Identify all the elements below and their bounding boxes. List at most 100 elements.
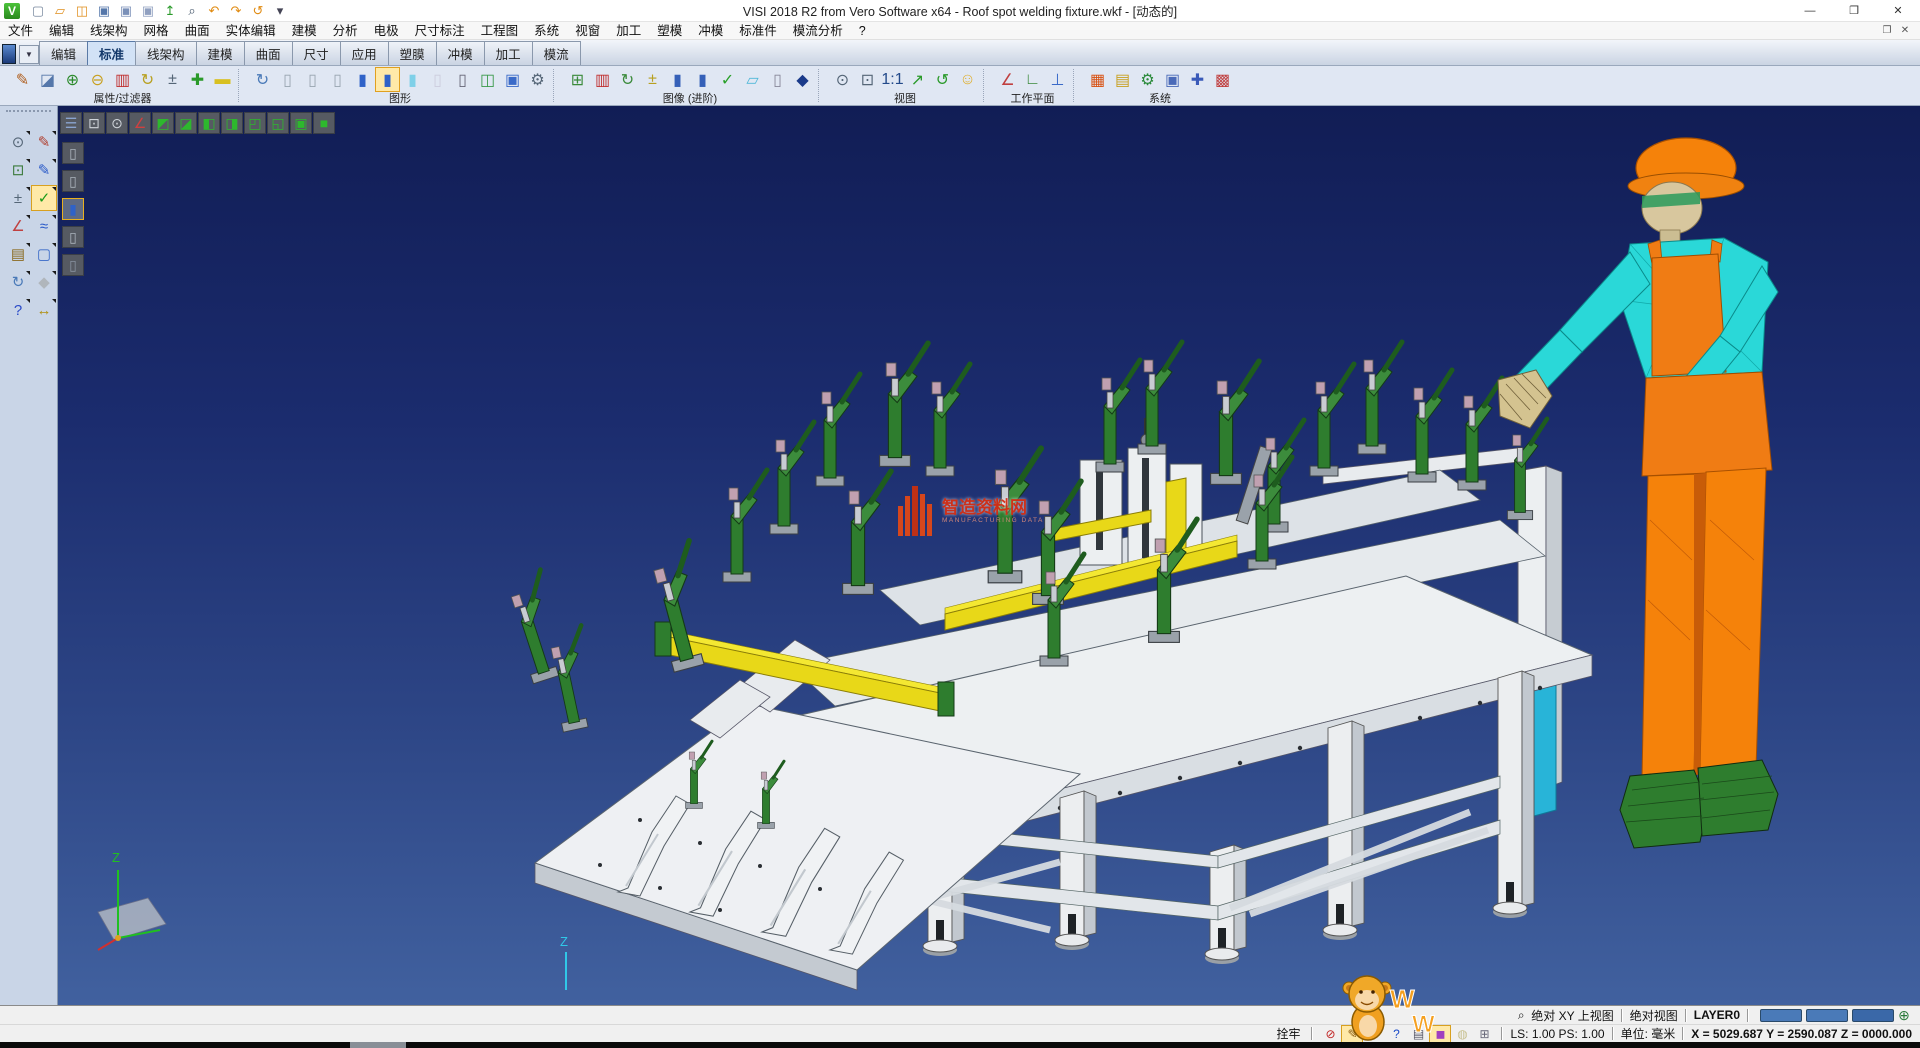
lamp-icon[interactable]: ◍ bbox=[1452, 1026, 1472, 1042]
menu-item[interactable]: 加工 bbox=[608, 22, 649, 40]
view-zoom-icon[interactable]: ⊙ bbox=[106, 112, 128, 134]
view-cube-left-icon[interactable]: ◧ bbox=[198, 112, 220, 134]
cylinder-copy-icon[interactable]: ▣ bbox=[500, 67, 525, 92]
menu-item[interactable]: 网格 bbox=[136, 22, 177, 40]
window-view-icon[interactable]: ▢ bbox=[32, 242, 56, 266]
viewport-3d[interactable]: Z Z ☰ ⊡ ⊙ bbox=[58, 106, 1920, 1005]
visibility-add-icon[interactable]: ⊕ bbox=[60, 67, 85, 92]
visibility-toggle-icon[interactable]: ± bbox=[160, 67, 185, 92]
grid-mode-icon[interactable]: ⊞ bbox=[1474, 1026, 1494, 1042]
标准[interactable]: 标准 bbox=[87, 41, 136, 65]
qat-more-icon[interactable]: ▾ bbox=[270, 2, 290, 20]
lock-toggle[interactable]: 拴牢 bbox=[1272, 1025, 1304, 1042]
solid-striped1-icon[interactable]: ▮ bbox=[665, 67, 690, 92]
system-config-icon[interactable]: ⚙ bbox=[1135, 67, 1160, 92]
menu-item[interactable]: 系统 bbox=[526, 22, 567, 40]
visibility-remove-icon[interactable]: ⊖ bbox=[85, 67, 110, 92]
globe-icon[interactable]: ⊕ bbox=[1894, 1007, 1914, 1023]
plot-print-icon[interactable]: ↥ bbox=[160, 2, 180, 20]
restore-button[interactable]: ❐ bbox=[1832, 0, 1876, 21]
app-corner-button[interactable] bbox=[2, 44, 16, 64]
view-cube-back-icon[interactable]: ◱ bbox=[267, 112, 289, 134]
solid-cube-icon[interactable]: ◆ bbox=[32, 270, 56, 294]
strip-cylinder-wire1-icon[interactable]: ▯ bbox=[62, 142, 84, 164]
viewport-menu-icon[interactable]: ☰ bbox=[60, 112, 82, 134]
workplane-entity-icon[interactable]: ∟ bbox=[1020, 67, 1045, 92]
menu-item[interactable]: 冲模 bbox=[690, 22, 731, 40]
menu-item[interactable]: 尺寸标注 bbox=[407, 22, 473, 40]
import-file-icon[interactable]: ◫ bbox=[72, 2, 92, 20]
open-file-icon[interactable]: ▱ bbox=[50, 2, 70, 20]
show-all-icon[interactable]: ✚ bbox=[185, 67, 210, 92]
solid-striped2-icon[interactable]: ▮ bbox=[690, 67, 715, 92]
menu-item[interactable]: 线架构 bbox=[82, 22, 136, 40]
visibility-refresh-icon[interactable]: ↻ bbox=[135, 67, 160, 92]
view-cube-top-icon[interactable]: ◩ bbox=[152, 112, 174, 134]
no-snap-icon[interactable]: ⊘ bbox=[1320, 1026, 1340, 1042]
编辑[interactable]: 编辑 bbox=[39, 41, 88, 65]
new-file-icon[interactable]: ▢ bbox=[28, 2, 48, 20]
measure-icon[interactable]: ↔ bbox=[32, 298, 56, 322]
regen-graphics-icon[interactable]: ↻ bbox=[250, 67, 275, 92]
shaded-new-icon[interactable]: ⊞ bbox=[565, 67, 590, 92]
线架构[interactable]: 线架构 bbox=[135, 41, 197, 65]
menu-item[interactable]: ? bbox=[851, 22, 874, 40]
cylinder-wireframe2-icon[interactable]: ▯ bbox=[300, 67, 325, 92]
曲面[interactable]: 曲面 bbox=[244, 41, 293, 65]
view-reference-label[interactable]: 绝对视图 bbox=[1630, 1007, 1678, 1024]
zoom-scale-icon[interactable]: 1:1 bbox=[880, 67, 905, 92]
active-layer-label[interactable]: LAYER0 bbox=[1694, 1008, 1740, 1022]
solid-sheet-icon[interactable]: ▱ bbox=[740, 67, 765, 92]
color-table-icon[interactable]: ▦ bbox=[1085, 67, 1110, 92]
view-cube-shaded-icon[interactable]: ■ bbox=[313, 112, 335, 134]
view-cube-bottom-icon[interactable]: ◪ bbox=[175, 112, 197, 134]
menu-item[interactable]: 曲面 bbox=[177, 22, 218, 40]
menu-item[interactable]: 建模 bbox=[284, 22, 325, 40]
menu-item[interactable]: 塑模 bbox=[649, 22, 690, 40]
confirm-icon[interactable]: ✓ bbox=[32, 186, 56, 210]
ucs-axes-icon[interactable]: ∠ bbox=[6, 214, 30, 238]
window-select-icon[interactable]: ⊡ bbox=[6, 158, 30, 182]
zoom-window-icon[interactable]: ⊡ bbox=[855, 67, 880, 92]
workplane-align-icon[interactable]: ⊥ bbox=[1045, 67, 1070, 92]
view-mode-label[interactable]: 绝对 XY 上视图 bbox=[1531, 1007, 1613, 1024]
graphics-options-icon[interactable]: ⚙ bbox=[525, 67, 550, 92]
redo-icon[interactable]: ↷ bbox=[226, 2, 246, 20]
menu-item[interactable]: 标准件 bbox=[731, 22, 785, 40]
solid-verified-icon[interactable]: ✓ bbox=[715, 67, 740, 92]
zoom-dynamic-icon[interactable]: ⊙ bbox=[6, 130, 30, 154]
mdi-close-button[interactable]: ✕ bbox=[1896, 23, 1914, 39]
cylinder-shaded-active-icon[interactable]: ▮ bbox=[375, 67, 400, 92]
edit-erase-icon[interactable]: ✎ bbox=[32, 130, 56, 154]
menu-item[interactable]: 编辑 bbox=[41, 22, 82, 40]
加工[interactable]: 加工 bbox=[484, 41, 533, 65]
strip-cylinder-wire3-icon[interactable]: ▯ bbox=[62, 226, 84, 248]
save-icon[interactable]: ▣ bbox=[94, 2, 114, 20]
zoom-inout-icon[interactable]: ± bbox=[6, 186, 30, 210]
menu-item[interactable]: 文件 bbox=[0, 22, 41, 40]
hide-all-icon[interactable]: ▬ bbox=[210, 67, 235, 92]
view-cube-iso-icon[interactable]: ▣ bbox=[290, 112, 312, 134]
cylinder-delete-icon[interactable]: ▯ bbox=[450, 67, 475, 92]
menu-item[interactable]: 电极 bbox=[366, 22, 407, 40]
cylinder-shaded-icon[interactable]: ▮ bbox=[350, 67, 375, 92]
modify-attributes-icon[interactable]: ✎ bbox=[10, 67, 35, 92]
cylinder-hidden-icon[interactable]: ▯ bbox=[425, 67, 450, 92]
save-as-icon[interactable]: ▣ bbox=[116, 2, 136, 20]
建模[interactable]: 建模 bbox=[196, 41, 245, 65]
layer-bar-icon[interactable]: ▤ bbox=[1110, 67, 1135, 92]
cylinder-wireframe3-icon[interactable]: ▯ bbox=[325, 67, 350, 92]
cylinder-transparent-icon[interactable]: ▮ bbox=[400, 67, 425, 92]
tab-dropdown-button[interactable]: ▼ bbox=[19, 45, 39, 64]
应用[interactable]: 应用 bbox=[340, 41, 389, 65]
help-icon[interactable]: ? bbox=[6, 298, 30, 322]
view-window-icon[interactable]: ⊡ bbox=[83, 112, 105, 134]
layer-palette-icon[interactable]: ▤ bbox=[6, 242, 30, 266]
grid-settings-icon[interactable]: ▩ bbox=[1210, 67, 1235, 92]
strip-cylinder-wire2-icon[interactable]: ▯ bbox=[62, 170, 84, 192]
view-axes-icon[interactable]: ∠ bbox=[129, 112, 151, 134]
menu-item[interactable]: 实体编辑 bbox=[218, 22, 284, 40]
menu-item[interactable]: 视窗 bbox=[567, 22, 608, 40]
view-render-icon[interactable]: ☺ bbox=[955, 67, 980, 92]
模流[interactable]: 模流 bbox=[532, 41, 581, 65]
